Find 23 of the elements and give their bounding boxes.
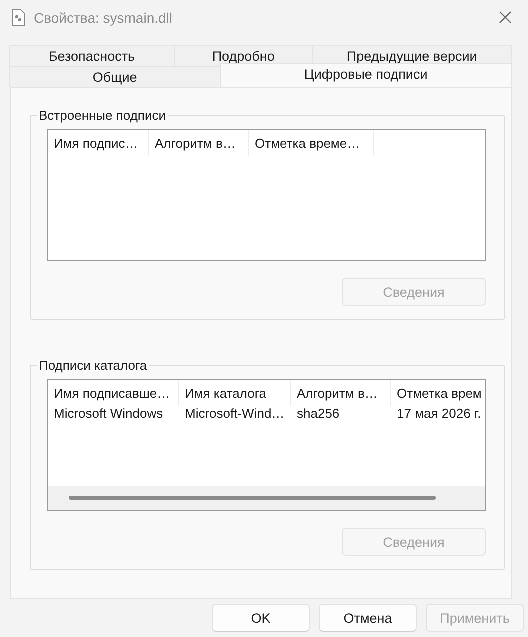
tab[interactable]: Общие [9,66,222,87]
column-header[interactable]: Имя подписавше… [48,380,179,406]
column-header[interactable]: Алгоритм в… [291,380,391,406]
ok-button[interactable]: OK [212,604,310,632]
table-cell-text: sha256 [296,406,341,423]
table-cell-text: 17 мая 2026 г. [396,406,482,423]
column-header[interactable]: Имя подпис… [48,130,149,156]
group-title: Подписи каталога [38,358,148,373]
table-cell-text: Microsoft-Wind… [184,406,286,423]
tab[interactable]: Безопасность [9,45,176,66]
group-title: Встроенные подписи [38,108,167,123]
column-header[interactable]: Имя каталога [179,380,291,406]
window-title: Свойства: sysmain.dll [34,10,174,26]
cancel-button[interactable]: Отмена [319,604,417,632]
column-header[interactable]: Отметка врем [391,380,485,406]
close-icon[interactable] [499,11,512,24]
file-icon [12,8,26,26]
column-header[interactable]: Алгоритм в… [149,130,249,156]
tab[interactable]: Цифровые подписи [220,63,512,87]
tab[interactable]: Подробно [174,45,314,66]
column-header[interactable]: Отметка време… [249,130,374,156]
table-cell-text: Microsoft Windows [53,406,164,423]
scrollbar[interactable] [48,486,485,510]
